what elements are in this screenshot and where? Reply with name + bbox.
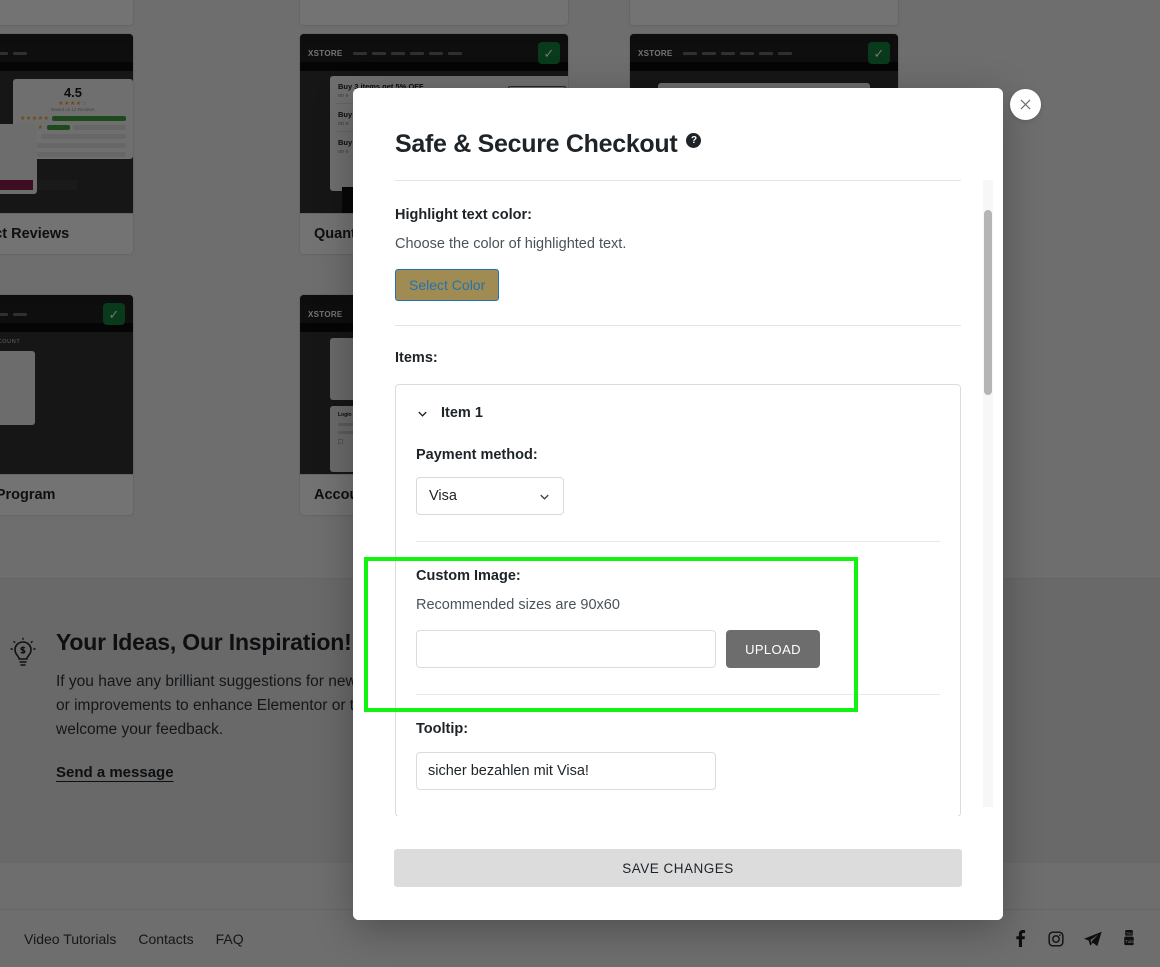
- tooltip-field: Tooltip:: [396, 721, 960, 816]
- tooltip-label: Tooltip:: [416, 721, 469, 737]
- modal-body[interactable]: Highlight text color: Choose the color o…: [353, 180, 1003, 816]
- divider: [416, 694, 940, 695]
- page-root: XSTORE 4.5 ★★★★☆ Based on 12 Reviews ★★★…: [0, 0, 1160, 967]
- custom-image-input[interactable]: [416, 630, 716, 668]
- upload-button[interactable]: UPLOAD: [726, 630, 820, 668]
- item-name-label: Item 1: [441, 405, 483, 421]
- highlight-color-description: Choose the color of highlighted text.: [395, 236, 627, 252]
- modal-footer: SAVE CHANGES: [353, 816, 1003, 920]
- item-repeater-box: Item 1 Payment method: Visa Custom Image…: [395, 384, 961, 816]
- chevron-down-icon: [538, 490, 551, 503]
- divider: [416, 541, 940, 542]
- custom-image-label: Custom Image:: [416, 568, 521, 584]
- item-header[interactable]: Item 1: [396, 385, 960, 421]
- close-icon[interactable]: [1010, 89, 1041, 120]
- question-mark-icon[interactable]: ?: [686, 132, 702, 148]
- payment-method-field: Payment method: Visa: [396, 447, 960, 515]
- payment-method-label: Payment method:: [416, 447, 538, 463]
- items-label: Items:: [395, 350, 438, 366]
- custom-image-description: Recommended sizes are 90x60: [416, 597, 620, 613]
- save-changes-button[interactable]: SAVE CHANGES: [394, 849, 962, 887]
- payment-method-value: Visa: [429, 488, 457, 504]
- custom-image-field: Custom Image: Recommended sizes are 90x6…: [396, 568, 960, 668]
- highlight-text-color-field: Highlight text color: Choose the color o…: [395, 181, 961, 325]
- modal-scrollbar-thumb[interactable]: [984, 210, 992, 395]
- modal-header: Safe & Secure Checkout ?: [353, 88, 1003, 159]
- settings-modal: Safe & Secure Checkout ? Highlight text …: [353, 88, 1003, 920]
- payment-method-select[interactable]: Visa: [416, 477, 564, 515]
- tooltip-input[interactable]: [416, 752, 716, 790]
- modal-title-text: Safe & Secure Checkout: [395, 130, 678, 158]
- chevron-down-icon[interactable]: [416, 407, 429, 420]
- select-color-button[interactable]: Select Color: [395, 269, 500, 301]
- highlight-color-label: Highlight text color:: [395, 207, 532, 223]
- page-title: Safe & Secure Checkout ?: [395, 130, 961, 159]
